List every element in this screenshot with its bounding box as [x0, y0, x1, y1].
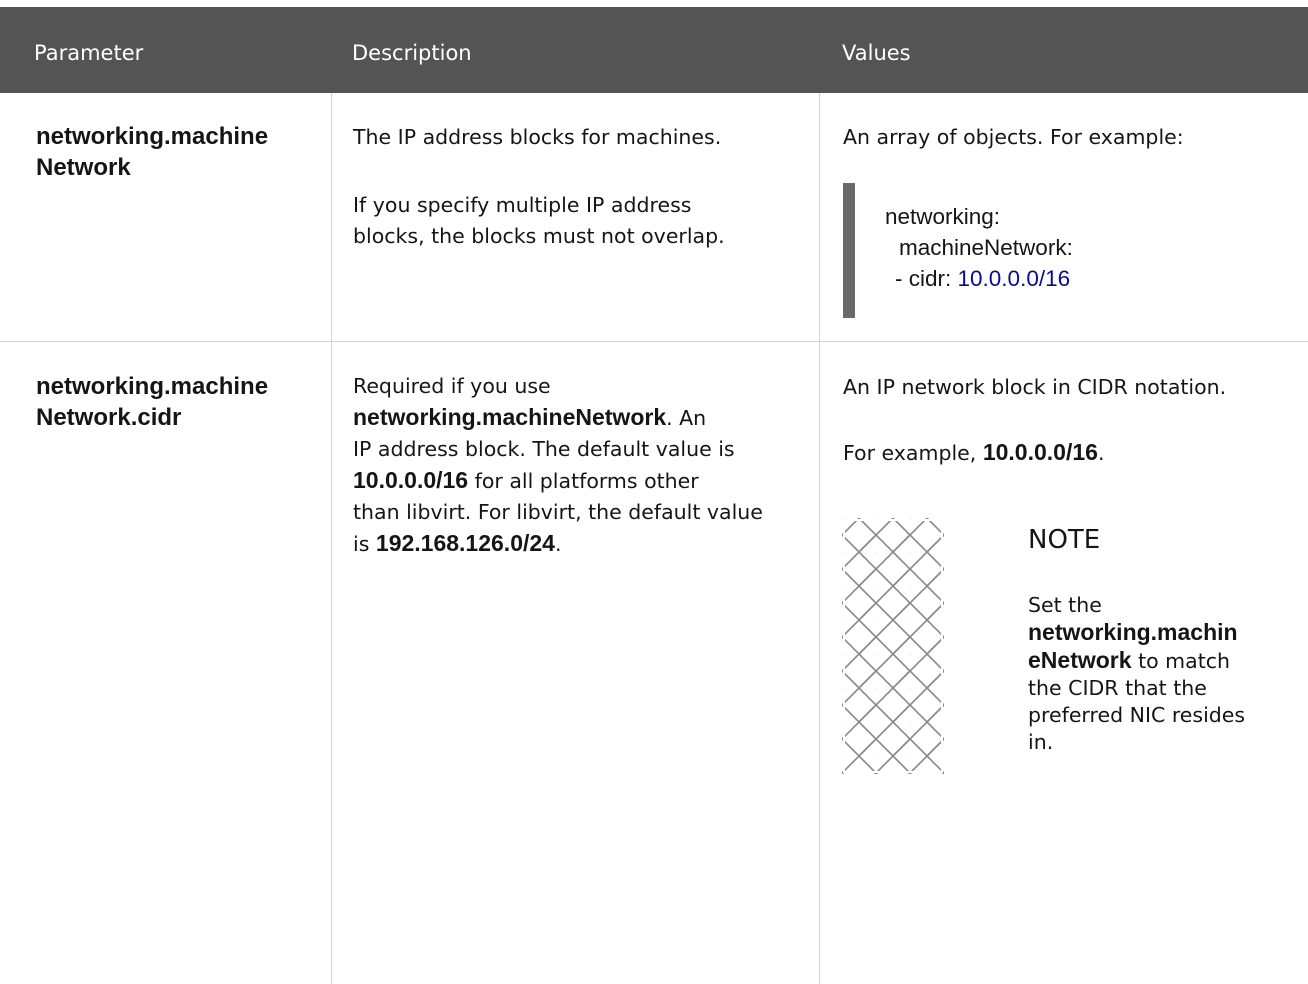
parameter-name: networking.machine Network.cidr [36, 371, 316, 433]
values-fragment: . [1097, 441, 1105, 465]
code-block-bar [843, 183, 855, 318]
note-title: NOTE [1028, 525, 1101, 555]
note-fragment: to match [1131, 649, 1230, 673]
inline-code: 10.0.0.0/16 [353, 467, 469, 493]
table-header: Parameter Description Values [0, 7, 1308, 93]
code-line: networking: [885, 204, 1001, 229]
note-pattern-icon [842, 518, 944, 774]
values-fragment: For example, [843, 441, 983, 465]
column-divider [819, 93, 820, 984]
note-line: the CIDR that the [1028, 676, 1207, 700]
description-line: networking.machineNetwork. An [353, 402, 813, 434]
parameter-name-line: networking.machine [36, 373, 269, 400]
values-text: An IP network block in CIDR notation. [843, 375, 1227, 399]
header-description: Description [352, 41, 472, 65]
inline-code: eNetwork [1028, 647, 1132, 673]
description-fragment: for all platforms other [468, 469, 699, 493]
values-text: An array of objects. For example: [843, 125, 1184, 149]
note-line: preferred NIC resides [1028, 703, 1246, 727]
inline-code: 10.0.0.0/16 [982, 439, 1098, 465]
inline-code: 192.168.126.0/24 [375, 530, 555, 556]
parameter-name-line: Network [36, 154, 131, 181]
description-fragment: . [554, 532, 562, 556]
description-fragment: . An [666, 406, 707, 430]
code-line: - cidr: 10.0.0.0/16 [895, 264, 1070, 294]
code-value: 10.0.0.0/16 [957, 266, 1071, 291]
description-line: If you specify multiple IP address [353, 193, 692, 217]
parameter-name-line: Network.cidr [36, 404, 182, 431]
row-divider [0, 341, 1308, 342]
description-line: Required if you use [353, 374, 551, 398]
note-line: in. [1028, 730, 1054, 754]
parameters-table: Parameter Description Values networking.… [0, 0, 1308, 984]
header-parameter: Parameter [34, 41, 144, 65]
note-line: networking.machin [1028, 619, 1298, 647]
values-text: For example, 10.0.0.0/16. [843, 437, 1104, 469]
description-line: blocks, the blocks must not overlap. [353, 224, 725, 248]
code-block: networking: machineNetwork: - cidr: 10.0… [843, 183, 1283, 318]
description-line: than libvirt. For libvirt, the default v… [353, 500, 763, 524]
column-divider [331, 93, 332, 984]
description-line: IP address block. The default value is [353, 437, 735, 461]
parameter-name-line: networking.machine [36, 123, 269, 150]
code-key: - cidr: [895, 266, 958, 291]
inline-code: networking.machineNetwork [353, 404, 667, 430]
note-body: Set the networking.machin eNetwork to ma… [1028, 592, 1298, 756]
description-text: Required if you use networking.machineNe… [353, 371, 813, 560]
note-line: Set the [1028, 593, 1102, 617]
description-fragment: is [353, 532, 376, 556]
description-text: If you specify multiple IP address block… [353, 190, 725, 252]
inline-code: networking.machin [1028, 619, 1238, 645]
description-line: is 192.168.126.0/24. [353, 528, 813, 560]
code-line: machineNetwork: [899, 235, 1073, 260]
parameter-name: networking.machine Network [36, 121, 316, 183]
header-values: Values [842, 41, 911, 65]
description-line: 10.0.0.0/16 for all platforms other [353, 465, 813, 497]
note-line: eNetwork to match [1028, 647, 1298, 675]
description-text: The IP address blocks for machines. [353, 125, 722, 149]
